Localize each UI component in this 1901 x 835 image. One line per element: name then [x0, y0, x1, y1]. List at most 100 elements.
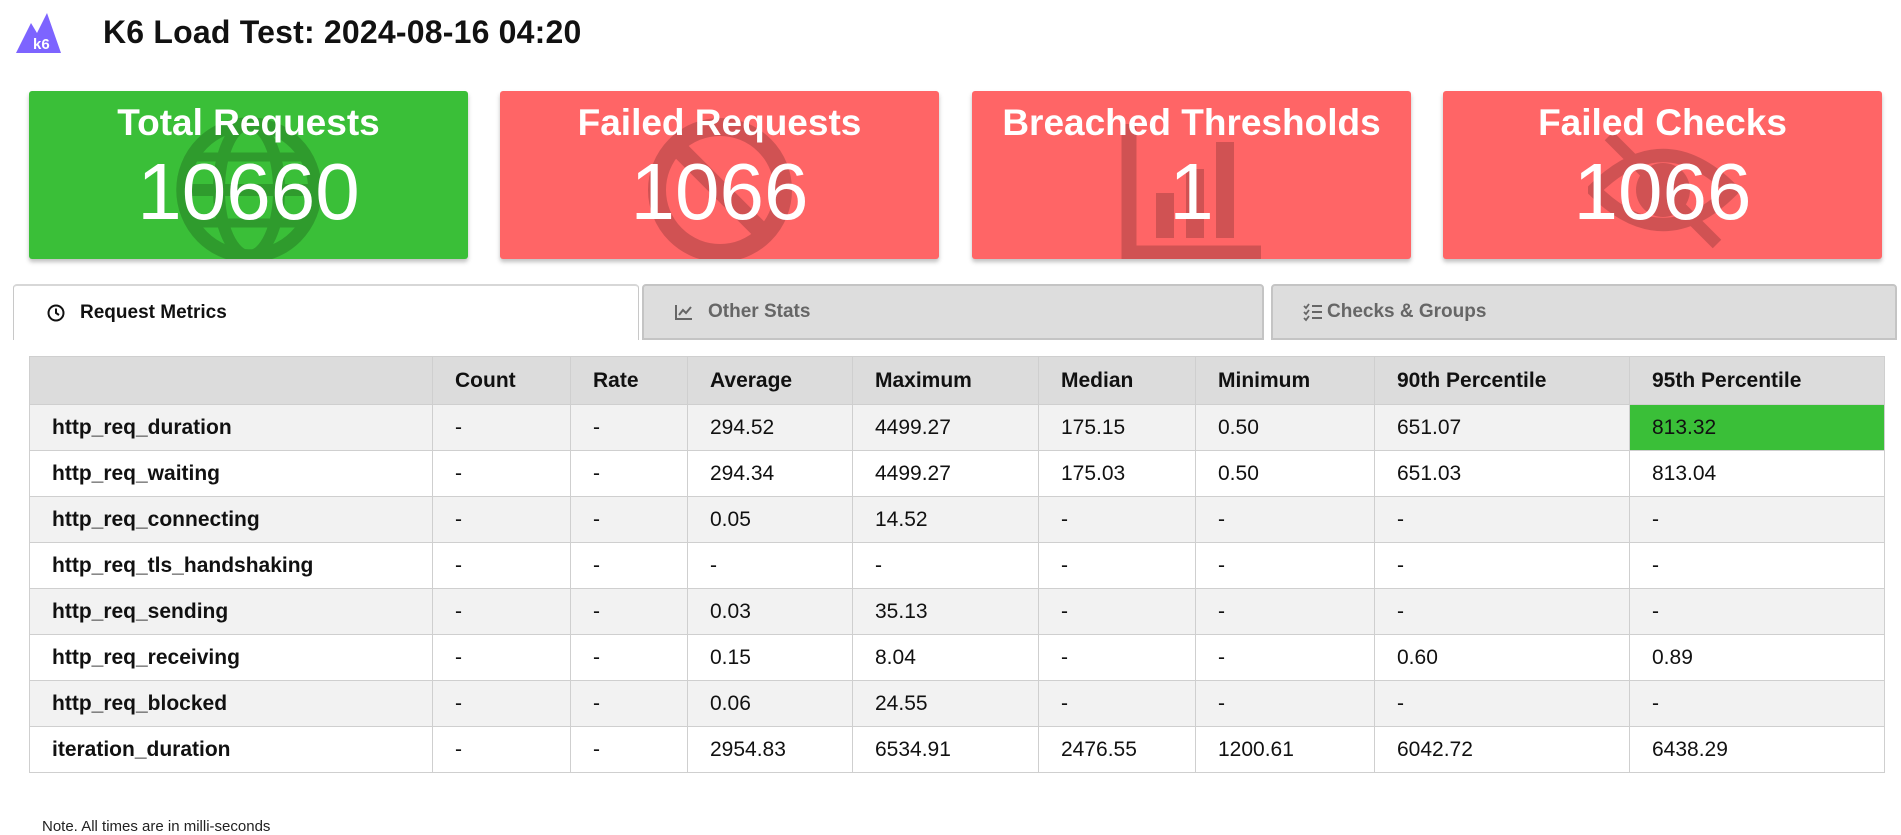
column-header: 90th Percentile	[1374, 356, 1630, 405]
table-cell: -	[1374, 588, 1630, 635]
table-cell: 6438.29	[1629, 726, 1885, 773]
table-cell: -	[1038, 588, 1196, 635]
table-header-row: Count Rate Average Maximum Median Minimu…	[29, 356, 1885, 405]
metric-name: http_req_tls_handshaking	[29, 542, 433, 589]
card-label: Breached Thresholds	[1002, 102, 1381, 143]
table-cell: -	[1629, 542, 1885, 589]
table-cell: -	[1629, 496, 1885, 543]
table-cell: 24.55	[852, 680, 1039, 727]
table-cell: -	[1374, 680, 1630, 727]
metric-name: http_req_receiving	[29, 634, 433, 681]
tab-label: Other Stats	[708, 301, 811, 322]
table-cell: -	[1195, 496, 1375, 543]
table-cell: 6534.91	[852, 726, 1039, 773]
column-header: 95th Percentile	[1629, 356, 1885, 405]
table-cell: 6042.72	[1374, 726, 1630, 773]
table-cell: 0.05	[687, 496, 853, 543]
table-cell: 35.13	[852, 588, 1039, 635]
table-cell: -	[432, 726, 571, 773]
checklist-icon	[1303, 303, 1322, 322]
metric-name: http_req_connecting	[29, 496, 433, 543]
tab-checks-groups[interactable]: Checks & Groups	[1271, 284, 1897, 340]
table-row: http_req_blocked - - 0.06 24.55 - - - -	[29, 680, 1885, 727]
table-cell: 294.34	[687, 450, 853, 497]
card-value: 1	[1169, 147, 1214, 236]
table-cell: -	[570, 588, 688, 635]
table-row: http_req_waiting - - 294.34 4499.27 175.…	[29, 450, 1885, 497]
metric-name: http_req_blocked	[29, 680, 433, 727]
table-cell: -	[570, 680, 688, 727]
clock-icon	[47, 304, 65, 322]
svg-text:k6: k6	[33, 36, 50, 53]
footnote: Note. All times are in milli-seconds	[42, 818, 271, 835]
column-header: Average	[687, 356, 853, 405]
table-row: http_req_duration - - 294.52 4499.27 175…	[29, 404, 1885, 451]
metric-name: iteration_duration	[29, 726, 433, 773]
card-label: Failed Checks	[1538, 102, 1787, 143]
card-breached-thresholds: Breached Thresholds 1	[972, 91, 1411, 259]
table-cell: 0.89	[1629, 634, 1885, 681]
table-cell: 2954.83	[687, 726, 853, 773]
table-row: http_req_sending - - 0.03 35.13 - - - -	[29, 588, 1885, 635]
table-cell: 813.04	[1629, 450, 1885, 497]
table-cell: -	[1038, 680, 1196, 727]
table-cell: -	[1195, 680, 1375, 727]
table-cell: 0.60	[1374, 634, 1630, 681]
table-cell: 0.15	[687, 634, 853, 681]
column-header: Count	[432, 356, 571, 405]
table-cell: -	[432, 680, 571, 727]
table-cell: -	[1038, 542, 1196, 589]
table-cell: -	[432, 404, 571, 451]
table-cell: -	[687, 542, 853, 589]
table-cell: 175.15	[1038, 404, 1196, 451]
table-cell: -	[570, 450, 688, 497]
card-label: Total Requests	[117, 102, 380, 143]
table-cell: 0.50	[1195, 450, 1375, 497]
column-header: Median	[1038, 356, 1196, 405]
table-cell: -	[570, 542, 688, 589]
request-metrics-table: Count Rate Average Maximum Median Minimu…	[29, 356, 1885, 773]
table-row: http_req_connecting - - 0.05 14.52 - - -…	[29, 496, 1885, 543]
card-value: 1066	[1573, 147, 1752, 236]
table-row: http_req_receiving - - 0.15 8.04 - - 0.6…	[29, 634, 1885, 681]
table-cell: 651.07	[1374, 404, 1630, 451]
table-cell: -	[1195, 634, 1375, 681]
page-header: k6 K6 Load Test: 2024-08-16 04:20	[13, 8, 582, 56]
table-cell: -	[1038, 496, 1196, 543]
column-header: Maximum	[852, 356, 1039, 405]
table-cell: -	[432, 496, 571, 543]
card-value: 10660	[137, 147, 360, 236]
table-cell: 8.04	[852, 634, 1039, 681]
metric-name: http_req_sending	[29, 588, 433, 635]
table-cell: 4499.27	[852, 404, 1039, 451]
page-title: K6 Load Test: 2024-08-16 04:20	[103, 13, 582, 50]
card-value: 1066	[630, 147, 809, 236]
table-cell: 4499.27	[852, 450, 1039, 497]
table-cell: -	[1374, 542, 1630, 589]
table-row: iteration_duration - - 2954.83 6534.91 2…	[29, 726, 1885, 773]
table-cell: 651.03	[1374, 450, 1630, 497]
table-cell: 294.52	[687, 404, 853, 451]
tab-other-stats[interactable]: Other Stats	[642, 284, 1264, 340]
card-label: Failed Requests	[577, 102, 862, 143]
card-total-requests: Total Requests 10660	[29, 91, 468, 259]
table-cell: -	[852, 542, 1039, 589]
tab-label: Request Metrics	[80, 302, 227, 323]
table-cell: -	[432, 450, 571, 497]
table-cell: -	[1195, 542, 1375, 589]
table-cell: 2476.55	[1038, 726, 1196, 773]
table-cell: -	[1629, 588, 1885, 635]
line-chart-icon	[675, 305, 692, 320]
table-cell: -	[1195, 588, 1375, 635]
tab-request-metrics[interactable]: Request Metrics	[13, 284, 639, 340]
table-cell: -	[1374, 496, 1630, 543]
table-cell: 0.06	[687, 680, 853, 727]
table-cell: -	[570, 496, 688, 543]
table-cell: 175.03	[1038, 450, 1196, 497]
table-cell: -	[432, 588, 571, 635]
table-cell: -	[1629, 680, 1885, 727]
table-cell: -	[570, 726, 688, 773]
table-cell: -	[1038, 634, 1196, 681]
column-header: Minimum	[1195, 356, 1375, 405]
table-cell: 0.03	[687, 588, 853, 635]
